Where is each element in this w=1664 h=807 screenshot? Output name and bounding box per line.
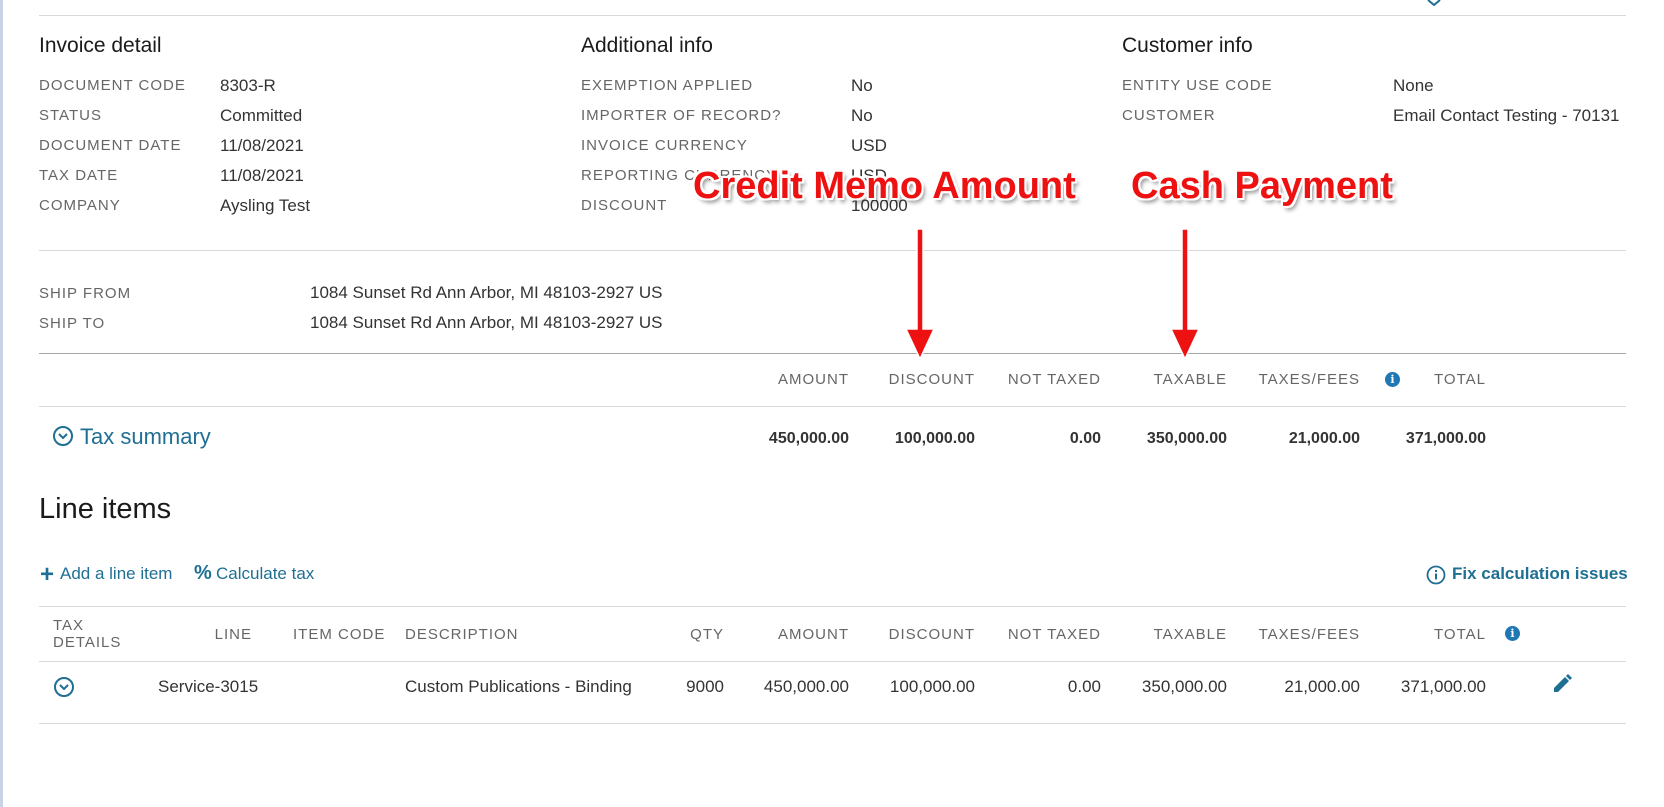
row-qty: 9000 <box>686 677 724 696</box>
summary-header-total: TOTAL <box>1434 371 1486 388</box>
summary-total: 371,000.00 <box>1405 430 1486 447</box>
additional-info-title: Additional info <box>581 34 713 57</box>
fix-calculation-issues-button[interactable]: Fix calculation issues <box>1426 564 1628 588</box>
company-value: Aysling Test <box>220 196 311 215</box>
row-amount: 450,000.00 <box>763 677 849 696</box>
summary-not-taxed: 0.00 <box>1069 430 1101 447</box>
summary-taxable: 350,000.00 <box>1146 430 1227 447</box>
cash-payment-annotation: Cash Payment <box>1131 165 1393 207</box>
exemption-applied-value: No <box>851 76 873 95</box>
line-items-title: Line items <box>39 493 172 525</box>
header-tax-details-line1: TAX <box>53 617 85 634</box>
add-line-item-label: Add a line item <box>60 564 173 583</box>
row-discount: 100,000.00 <box>889 677 975 696</box>
summary-taxes-fees: 21,000.00 <box>1288 430 1360 447</box>
summary-top-divider <box>39 353 1626 354</box>
invoice-currency-value: USD <box>851 136 887 155</box>
line-items-top-divider <box>39 606 1626 607</box>
header-taxable: TAXABLE <box>1153 626 1227 643</box>
top-divider <box>39 15 1626 16</box>
status-label: STATUS <box>39 107 102 124</box>
header-qty: QTY <box>690 626 724 643</box>
header-item-code: ITEM CODE <box>293 626 386 643</box>
row-taxable: 350,000.00 <box>1141 677 1227 696</box>
header-discount: DISCOUNT <box>888 626 975 643</box>
header-amount: AMOUNT <box>778 626 849 643</box>
document-date-label: DOCUMENT DATE <box>39 137 182 154</box>
header-not-taxed: NOT TAXED <box>1007 626 1101 643</box>
document-date-value: 11/08/2021 <box>220 136 304 155</box>
exemption-applied-label: EXEMPTION APPLIED <box>581 77 754 94</box>
customer-label: CUSTOMER <box>1122 107 1216 124</box>
summary-header-amount: AMOUNT <box>778 371 849 388</box>
invoice-currency-label: INVOICE CURRENCY <box>581 137 748 154</box>
row-description: Custom Publications - Binding <box>405 677 632 696</box>
left-edge-divider <box>0 0 3 807</box>
document-code-value: 8303-R <box>220 76 276 95</box>
customer-info-title: Customer info <box>1122 34 1253 57</box>
ship-to-value: 1084 Sunset Rd Ann Arbor, MI 48103-2927 … <box>310 313 663 332</box>
tax-date-value: 11/08/2021 <box>220 166 304 185</box>
info-outline-icon <box>1426 565 1446 585</box>
credit-memo-annotation: Credit Memo Amount <box>693 165 1076 207</box>
entity-use-code-label: ENTITY USE CODE <box>1122 77 1273 94</box>
header-taxes-fees: TAXES/FEES <box>1258 626 1360 643</box>
summary-header-not-taxed: NOT TAXED <box>1007 371 1101 388</box>
discount-label: DISCOUNT <box>581 197 668 214</box>
details-divider <box>39 250 1626 251</box>
status-value: Committed <box>220 106 303 125</box>
ship-from-label: SHIP FROM <box>39 285 132 302</box>
summary-header-taxes-fees: TAXES/FEES <box>1258 371 1360 388</box>
row-line: Service-3015 <box>158 677 259 696</box>
expand-chevron-icon[interactable] <box>52 425 74 447</box>
company-label: COMPANY <box>39 197 121 214</box>
top-chevron-icon <box>1427 0 1441 6</box>
row-expand-chevron-icon[interactable] <box>53 676 75 698</box>
summary-mid-divider <box>39 406 1626 407</box>
cash-payment-arrow-icon <box>1169 228 1201 361</box>
row-total: 371,000.00 <box>1400 677 1486 696</box>
line-items-bottom-divider <box>39 723 1626 724</box>
ship-to-label: SHIP TO <box>39 315 106 332</box>
document-code-label: DOCUMENT CODE <box>39 77 186 94</box>
importer-of-record-label: IMPORTER OF RECORD? <box>581 107 782 124</box>
summary-header-discount: DISCOUNT <box>888 371 975 388</box>
invoice-detail-title: Invoice detail <box>39 34 162 57</box>
tax-summary-link[interactable]: Tax summary <box>80 424 211 450</box>
edit-pencil-icon[interactable] <box>1551 673 1573 695</box>
credit-memo-arrow-icon <box>904 228 936 361</box>
entity-use-code-value: None <box>1393 76 1434 95</box>
header-line: LINE <box>214 626 252 643</box>
header-total: TOTAL <box>1434 626 1486 643</box>
importer-of-record-value: No <box>851 106 873 125</box>
calculate-tax-label: Calculate tax <box>216 564 315 583</box>
fix-calculation-issues-label: Fix calculation issues <box>1452 564 1628 583</box>
summary-discount: 100,000.00 <box>894 430 975 447</box>
customer-value: Email Contact Testing - 70131 <box>1393 106 1620 125</box>
percent-icon: % <box>194 562 212 584</box>
row-taxes-fees: 21,000.00 <box>1284 677 1360 696</box>
header-tax-details-line2: DETAILS <box>53 634 122 651</box>
plus-icon: + <box>40 561 55 588</box>
ship-from-value: 1084 Sunset Rd Ann Arbor, MI 48103-2927 … <box>310 283 663 302</box>
line-total-info-icon[interactable]: i <box>1505 626 1520 641</box>
summary-amount: 450,000.00 <box>768 430 849 447</box>
summary-header-taxable: TAXABLE <box>1153 371 1227 388</box>
tax-date-label: TAX DATE <box>39 167 119 184</box>
line-items-header-divider <box>39 661 1626 662</box>
row-not-taxed: 0.00 <box>1067 677 1101 696</box>
header-description: DESCRIPTION <box>405 626 519 643</box>
